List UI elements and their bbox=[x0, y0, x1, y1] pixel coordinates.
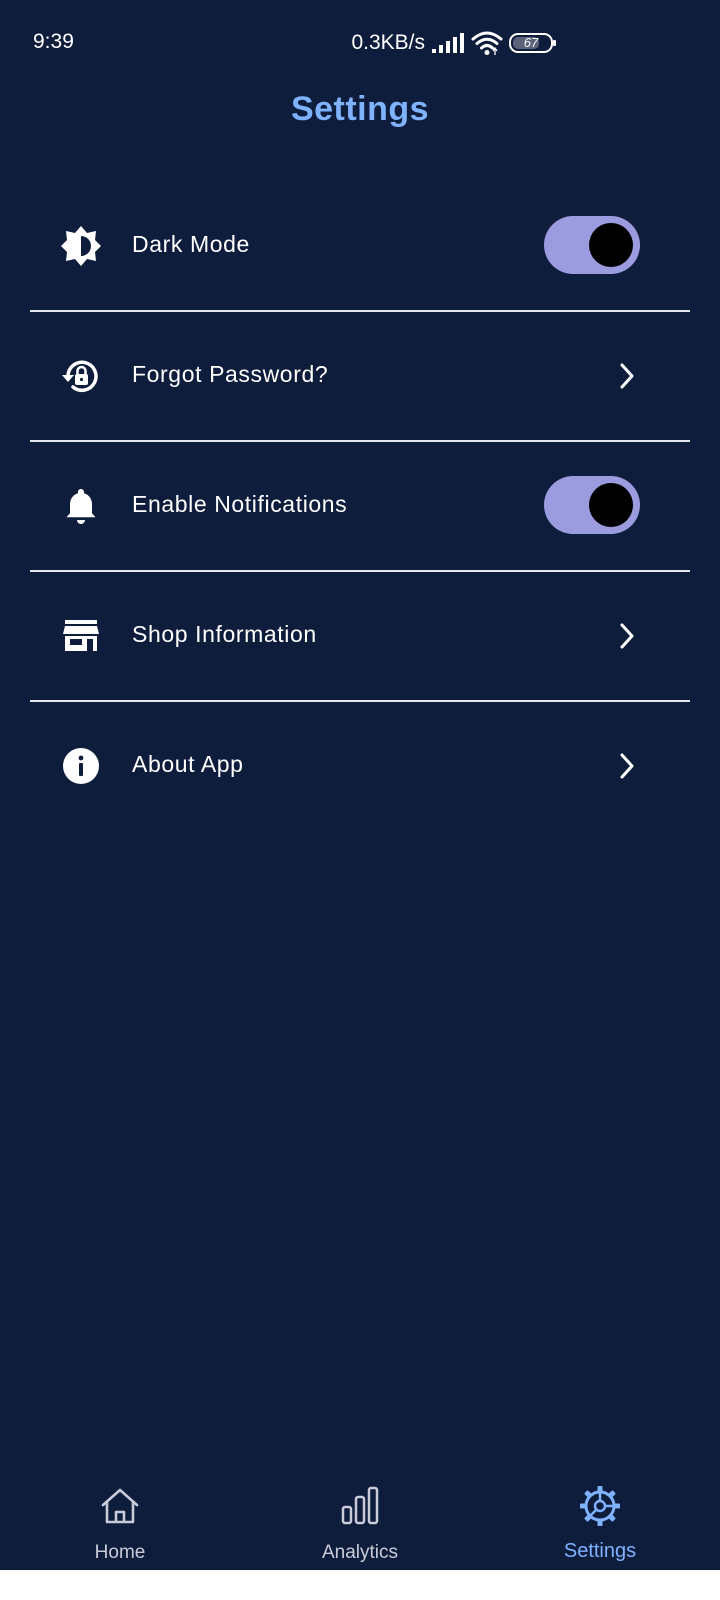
store-icon bbox=[60, 615, 102, 657]
status-bar: 9:39 0.3KB/s 67 bbox=[0, 0, 720, 86]
settings-row-shop-information[interactable]: Shop Information bbox=[30, 572, 690, 702]
chevron-right-icon bbox=[612, 361, 642, 391]
status-time: 9:39 bbox=[33, 30, 74, 53]
nav-label-settings: Settings bbox=[563, 1540, 637, 1562]
notifications-toggle[interactable] bbox=[544, 476, 640, 534]
battery-icon: 67 bbox=[509, 33, 557, 53]
status-indicators: 0.3KB/s 67 bbox=[351, 28, 557, 58]
home-icon bbox=[98, 1484, 142, 1528]
settings-list: Dark Mode Forgot Password? Enable Notifi… bbox=[30, 182, 690, 832]
page-title: Settings bbox=[290, 90, 430, 128]
system-navigation-area bbox=[0, 1570, 720, 1600]
nav-item-analytics[interactable]: Analytics bbox=[240, 1462, 480, 1570]
nav-item-settings[interactable]: Settings bbox=[480, 1462, 720, 1570]
bar-chart-icon bbox=[338, 1484, 382, 1528]
bell-icon bbox=[60, 485, 102, 527]
battery-level: 67 bbox=[523, 35, 539, 50]
network-speed: 0.3KB/s bbox=[351, 31, 425, 54]
settings-row-enable-notifications[interactable]: Enable Notifications bbox=[30, 442, 690, 572]
settings-screen: 9:39 0.3KB/s 67 Settings Dark Mode Forgo… bbox=[0, 0, 720, 1570]
dark-mode-label: Dark Mode bbox=[132, 231, 250, 257]
settings-row-about-app[interactable]: About App bbox=[30, 702, 690, 832]
gear-icon bbox=[578, 1484, 622, 1528]
nav-label-analytics: Analytics bbox=[321, 1542, 399, 1563]
about-app-label: About App bbox=[132, 751, 244, 777]
dark-mode-toggle[interactable] bbox=[544, 216, 640, 274]
settings-row-forgot-password[interactable]: Forgot Password? bbox=[30, 312, 690, 442]
info-icon bbox=[60, 745, 102, 787]
chevron-right-icon bbox=[612, 751, 642, 781]
nav-item-home[interactable]: Home bbox=[0, 1462, 240, 1570]
brightness-contrast-icon bbox=[60, 225, 102, 267]
toggle-knob bbox=[589, 223, 633, 267]
settings-row-dark-mode[interactable]: Dark Mode bbox=[30, 182, 690, 312]
forgot-password-label: Forgot Password? bbox=[132, 361, 329, 387]
wifi-icon bbox=[471, 30, 503, 56]
chevron-right-icon bbox=[612, 621, 642, 651]
shop-information-label: Shop Information bbox=[132, 621, 317, 647]
lock-reset-icon bbox=[60, 355, 102, 397]
nav-label-home: Home bbox=[94, 1542, 146, 1563]
toggle-knob bbox=[589, 483, 633, 527]
bottom-nav: Home Analytics Settings bbox=[0, 1462, 720, 1570]
cellular-signal-icon bbox=[431, 32, 465, 54]
enable-notifications-label: Enable Notifications bbox=[132, 491, 348, 517]
